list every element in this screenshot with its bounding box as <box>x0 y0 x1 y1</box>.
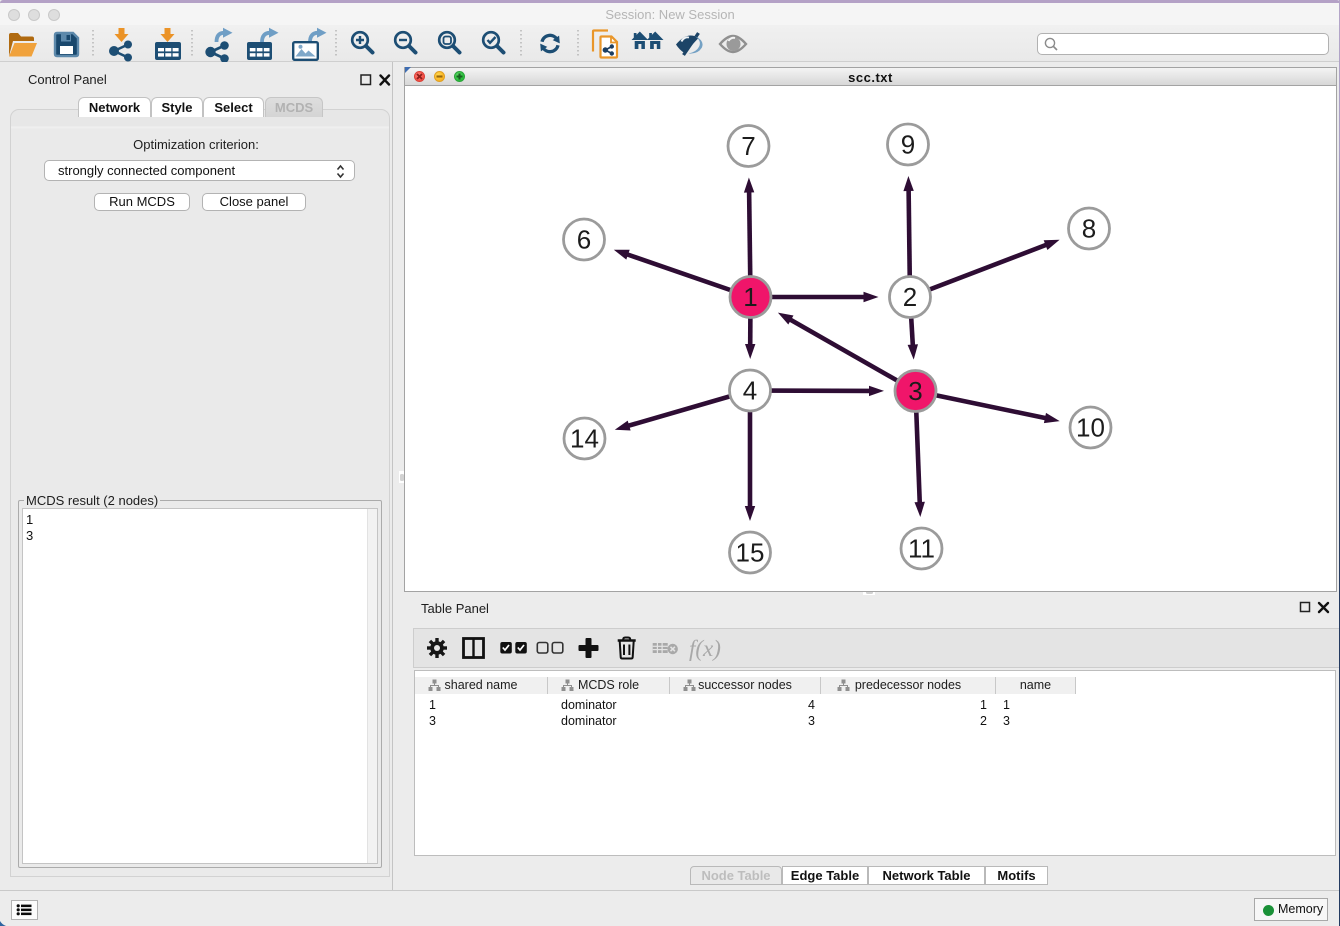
svg-text:f(x): f(x) <box>689 636 721 661</box>
svg-text:10: 10 <box>1076 413 1105 443</box>
svg-text:6: 6 <box>577 225 591 255</box>
svg-text:7: 7 <box>741 131 755 161</box>
svg-text:9: 9 <box>901 130 915 160</box>
svg-text:1: 1 <box>743 282 757 312</box>
svg-text:2: 2 <box>903 282 917 312</box>
svg-text:15: 15 <box>736 538 765 568</box>
svg-text:8: 8 <box>1082 214 1096 244</box>
svg-text:11: 11 <box>908 534 935 564</box>
svg-text:14: 14 <box>570 424 599 454</box>
svg-text:4: 4 <box>743 376 757 406</box>
svg-text:3: 3 <box>908 376 922 406</box>
